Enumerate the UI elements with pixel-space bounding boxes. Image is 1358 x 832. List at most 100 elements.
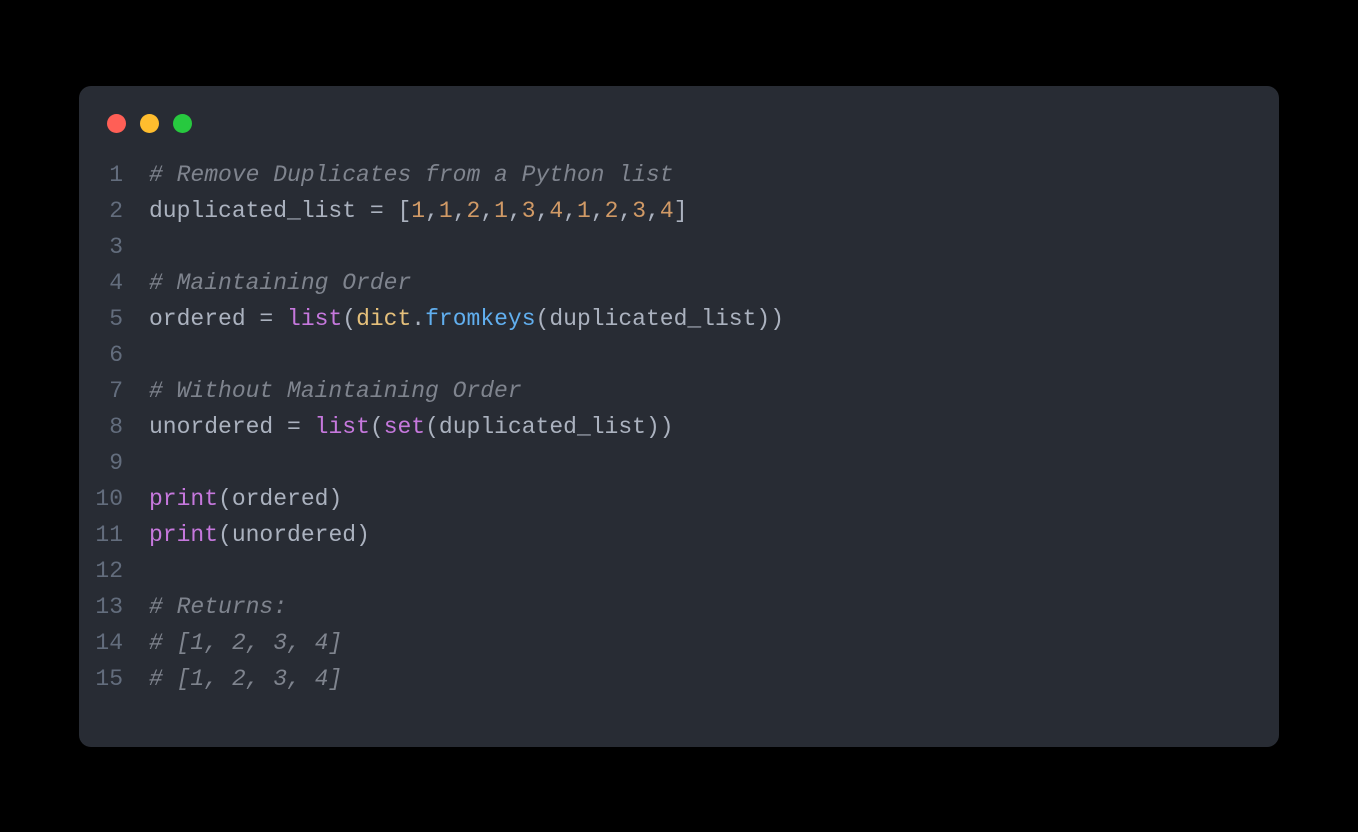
line-content[interactable]: unordered = list(set(duplicated_list)) [149, 409, 674, 445]
line-number: 6 [79, 337, 149, 373]
code-editor-window: 1# Remove Duplicates from a Python list2… [79, 86, 1279, 747]
line-content[interactable]: duplicated_list = [1,1,2,1,3,4,1,2,3,4] [149, 193, 688, 229]
token-ident: duplicated_list [549, 306, 756, 332]
token-func: print [149, 522, 218, 548]
token-func: print [149, 486, 218, 512]
token-ident: unordered [149, 414, 273, 440]
code-line[interactable]: 10print(ordered) [79, 481, 1279, 517]
line-content[interactable]: # Returns: [149, 589, 287, 625]
code-line[interactable]: 2duplicated_list = [1,1,2,1,3,4,1,2,3,4] [79, 193, 1279, 229]
code-line[interactable]: 7# Without Maintaining Order [79, 373, 1279, 409]
line-content[interactable]: # [1, 2, 3, 4] [149, 625, 342, 661]
token-paren: )) [756, 306, 784, 332]
code-line[interactable]: 12 [79, 553, 1279, 589]
code-line[interactable]: 1# Remove Duplicates from a Python list [79, 157, 1279, 193]
maximize-icon[interactable] [173, 114, 192, 133]
token-comma: , [646, 198, 660, 224]
code-line[interactable]: 3 [79, 229, 1279, 265]
token-comma: , [453, 198, 467, 224]
line-content[interactable]: # Maintaining Order [149, 265, 411, 301]
token-paren: ( [342, 306, 356, 332]
token-paren: )) [646, 414, 674, 440]
token-comment: # Remove Duplicates from a Python list [149, 162, 674, 188]
token-func: set [384, 414, 425, 440]
token-paren: ( [425, 414, 439, 440]
token-num: 2 [467, 198, 481, 224]
token-num: 4 [549, 198, 563, 224]
code-area[interactable]: 1# Remove Duplicates from a Python list2… [79, 157, 1279, 697]
close-icon[interactable] [107, 114, 126, 133]
code-line[interactable]: 5ordered = list(dict.fromkeys(duplicated… [79, 301, 1279, 337]
token-comma: , [591, 198, 605, 224]
line-number: 5 [79, 301, 149, 337]
token-ident: duplicated_list [149, 198, 356, 224]
line-content[interactable] [149, 553, 163, 589]
token-comma: , [425, 198, 439, 224]
line-content[interactable]: # Remove Duplicates from a Python list [149, 157, 674, 193]
token-comment: # Without Maintaining Order [149, 378, 522, 404]
line-number: 1 [79, 157, 149, 193]
line-number: 11 [79, 517, 149, 553]
code-line[interactable]: 15# [1, 2, 3, 4] [79, 661, 1279, 697]
line-content[interactable]: ordered = list(dict.fromkeys(duplicated_… [149, 301, 784, 337]
code-line[interactable]: 8unordered = list(set(duplicated_list)) [79, 409, 1279, 445]
token-num: 3 [522, 198, 536, 224]
line-number: 9 [79, 445, 149, 481]
line-number: 7 [79, 373, 149, 409]
line-number: 8 [79, 409, 149, 445]
token-comment: # [1, 2, 3, 4] [149, 630, 342, 656]
line-content[interactable]: print(unordered) [149, 517, 370, 553]
line-number: 14 [79, 625, 149, 661]
code-line[interactable]: 9 [79, 445, 1279, 481]
code-line[interactable]: 6 [79, 337, 1279, 373]
token-op: = [356, 198, 397, 224]
code-line[interactable]: 13# Returns: [79, 589, 1279, 625]
window-controls [79, 114, 1279, 157]
token-comma: , [480, 198, 494, 224]
token-paren: ) [328, 486, 342, 512]
line-number: 10 [79, 481, 149, 517]
line-content[interactable] [149, 229, 163, 265]
token-num: 1 [577, 198, 591, 224]
token-punct: [ [397, 198, 411, 224]
token-num: 1 [439, 198, 453, 224]
line-content[interactable]: print(ordered) [149, 481, 342, 517]
token-func: list [315, 414, 370, 440]
token-ident: duplicated_list [439, 414, 646, 440]
token-op: = [273, 414, 314, 440]
code-line[interactable]: 14# [1, 2, 3, 4] [79, 625, 1279, 661]
token-comma: , [508, 198, 522, 224]
line-content[interactable] [149, 445, 163, 481]
token-comma: , [563, 198, 577, 224]
token-obj: dict [356, 306, 411, 332]
token-op: = [246, 306, 287, 332]
minimize-icon[interactable] [140, 114, 159, 133]
code-line[interactable]: 11print(unordered) [79, 517, 1279, 553]
line-number: 3 [79, 229, 149, 265]
token-num: 1 [494, 198, 508, 224]
token-paren: ( [536, 306, 550, 332]
token-comment: # Returns: [149, 594, 287, 620]
token-num: 2 [605, 198, 619, 224]
line-number: 15 [79, 661, 149, 697]
line-content[interactable]: # Without Maintaining Order [149, 373, 522, 409]
line-number: 13 [79, 589, 149, 625]
token-paren: ( [218, 486, 232, 512]
line-content[interactable]: # [1, 2, 3, 4] [149, 661, 342, 697]
token-comma: , [536, 198, 550, 224]
token-comma: , [618, 198, 632, 224]
token-comment: # [1, 2, 3, 4] [149, 666, 342, 692]
token-paren: ( [370, 414, 384, 440]
line-content[interactable] [149, 337, 163, 373]
token-paren: ) [356, 522, 370, 548]
token-num: 4 [660, 198, 674, 224]
token-comment: # Maintaining Order [149, 270, 411, 296]
token-num: 3 [632, 198, 646, 224]
token-func: list [287, 306, 342, 332]
code-line[interactable]: 4# Maintaining Order [79, 265, 1279, 301]
token-ident: ordered [149, 306, 246, 332]
token-num: 1 [411, 198, 425, 224]
token-ident: unordered [232, 522, 356, 548]
token-ident: ordered [232, 486, 329, 512]
line-number: 12 [79, 553, 149, 589]
